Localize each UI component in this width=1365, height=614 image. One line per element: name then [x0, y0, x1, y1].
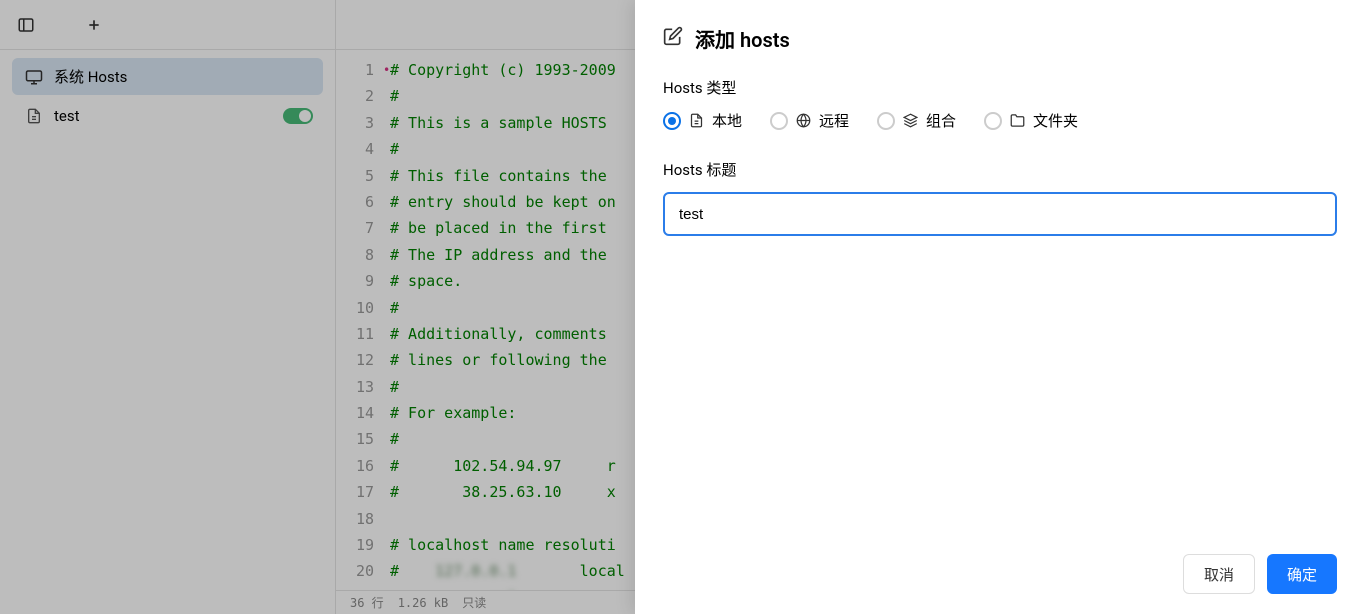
cancel-button[interactable]: 取消 — [1183, 554, 1255, 594]
hosts-title-input[interactable] — [663, 192, 1337, 236]
drawer-header: 添加 hosts — [635, 0, 1365, 65]
radio-option-group[interactable]: 组合 — [877, 110, 956, 131]
type-label: Hosts 类型 — [663, 77, 1337, 98]
layers-icon — [903, 113, 918, 128]
radio-option-remote[interactable]: 远程 — [770, 110, 849, 131]
confirm-button[interactable]: 确定 — [1267, 554, 1337, 594]
radio-input[interactable] — [877, 112, 895, 130]
radio-option-folder[interactable]: 文件夹 — [984, 110, 1078, 131]
edit-icon — [663, 26, 683, 51]
drawer-body: Hosts 类型 本地 远程 组合 — [635, 65, 1365, 538]
radio-label: 文件夹 — [1033, 110, 1078, 131]
radio-option-local[interactable]: 本地 — [663, 110, 742, 131]
file-icon — [689, 113, 704, 128]
radio-label: 远程 — [819, 110, 849, 131]
add-hosts-drawer: 添加 hosts Hosts 类型 本地 远程 — [635, 0, 1365, 614]
radio-input[interactable] — [984, 112, 1002, 130]
radio-label: 组合 — [926, 110, 956, 131]
drawer-footer: 取消 确定 — [635, 538, 1365, 614]
radio-input[interactable] — [663, 112, 681, 130]
globe-icon — [796, 113, 811, 128]
folder-icon — [1010, 113, 1025, 128]
title-label: Hosts 标题 — [663, 159, 1337, 180]
hosts-type-radio-group: 本地 远程 组合 文件夹 — [663, 110, 1337, 131]
radio-label: 本地 — [712, 110, 742, 131]
drawer-title: 添加 hosts — [695, 24, 790, 53]
radio-input[interactable] — [770, 112, 788, 130]
